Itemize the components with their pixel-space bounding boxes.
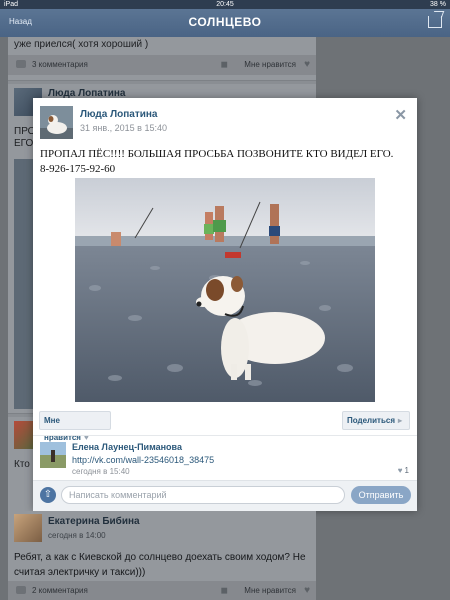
heart-icon: ♥: [397, 466, 403, 475]
post-modal: Люда Лопатина 31 янв., 2015 в 15:40 ✕ ПР…: [33, 98, 417, 511]
like-label[interactable]: Мне нравится: [244, 60, 296, 69]
author-avatar[interactable]: [40, 106, 73, 139]
heart-icon[interactable]: ♥: [304, 59, 310, 70]
post-photo[interactable]: [75, 178, 375, 402]
comment-icon: [16, 60, 26, 68]
comment-input[interactable]: [61, 486, 345, 504]
share-icon[interactable]: [428, 16, 442, 28]
comment-time: сегодня в 15:40: [72, 467, 130, 476]
battery-label: 38 %: [430, 1, 446, 8]
megaphone-icon[interactable]: ◼: [221, 59, 228, 70]
share-button[interactable]: Поделиться ▸: [342, 411, 410, 430]
post-text: уже приелся( хотя хороший ): [14, 39, 149, 50]
feed-post: уже приелся( хотя хороший ) 3 комментари…: [8, 37, 316, 81]
status-bar: iPad 20:45 38 %: [0, 0, 450, 9]
commenter-name[interactable]: Елена Лаунец-Пиманова: [72, 442, 182, 452]
post-phone: 8-926-175-92-60: [40, 163, 116, 175]
post-text: ПРОПАЛ ПЁС!!!! БОЛЬШАЯ ПРОСЬБА ПОЗВОНИТЕ…: [40, 147, 410, 177]
page-title: СОЛНЦЕВО: [188, 15, 262, 29]
send-button[interactable]: Отправить: [351, 486, 411, 504]
post-text-line: ПРОПАЛ ПЁС!!!! БОЛЬШАЯ ПРОСЬБА ПОЗВОНИТЕ…: [40, 148, 394, 160]
comment-icon: [16, 586, 26, 594]
comment-composer: ⇧ Отправить: [33, 480, 417, 511]
share-label: Поделиться: [347, 416, 396, 425]
heart-icon[interactable]: ♥: [304, 585, 310, 596]
avatar: [14, 514, 42, 542]
navigation-bar: Назад СОЛНЦЕВО: [0, 9, 450, 37]
comments-link[interactable]: 3 комментария: [32, 60, 88, 69]
commenter-avatar-image: [40, 442, 66, 468]
comments-link[interactable]: 2 комментария: [32, 586, 88, 595]
clock: 20:45: [216, 1, 234, 8]
comment-like-count: 1: [404, 466, 409, 475]
post-author[interactable]: Екатерина Бибина: [48, 516, 140, 527]
author-avatar-image: [40, 106, 73, 139]
post-text: Ребят, а как с Киевской до солнцево доех…: [14, 552, 306, 578]
like-label[interactable]: Мне нравится: [244, 586, 296, 595]
close-icon[interactable]: ✕: [394, 106, 407, 124]
megaphone-icon: ▸: [398, 416, 403, 425]
like-button[interactable]: Мне нравится ♥: [39, 411, 111, 442]
post-date: 31 янв., 2015 в 15:40: [80, 123, 167, 133]
post-actions: 2 комментария ◼ Мне нравится ♥: [8, 581, 316, 600]
dog-on-beach-image: [75, 178, 375, 402]
comment-item: Елена Лаунец-Пиманова http://vk.com/wall…: [33, 436, 417, 480]
commenter-avatar[interactable]: [40, 442, 66, 468]
megaphone-icon[interactable]: ◼: [221, 585, 228, 596]
post-author[interactable]: Люда Лопатина: [80, 109, 158, 120]
feed-post: Екатерина Бибина сегодня в 14:00 Ребят, …: [8, 511, 316, 600]
post-actions: Мне нравится ♥ Поделиться ▸: [33, 408, 417, 442]
comment-link[interactable]: http://vk.com/wall-23546018_38475: [72, 455, 214, 465]
attach-icon[interactable]: ⇧: [40, 487, 56, 503]
post-actions: 3 комментария ◼ Мне нравится ♥: [8, 55, 316, 75]
post-date: сегодня в 14:00: [48, 531, 106, 540]
post-text: Кто: [14, 459, 30, 470]
comment-like-button[interactable]: ♥ 1: [398, 466, 409, 475]
